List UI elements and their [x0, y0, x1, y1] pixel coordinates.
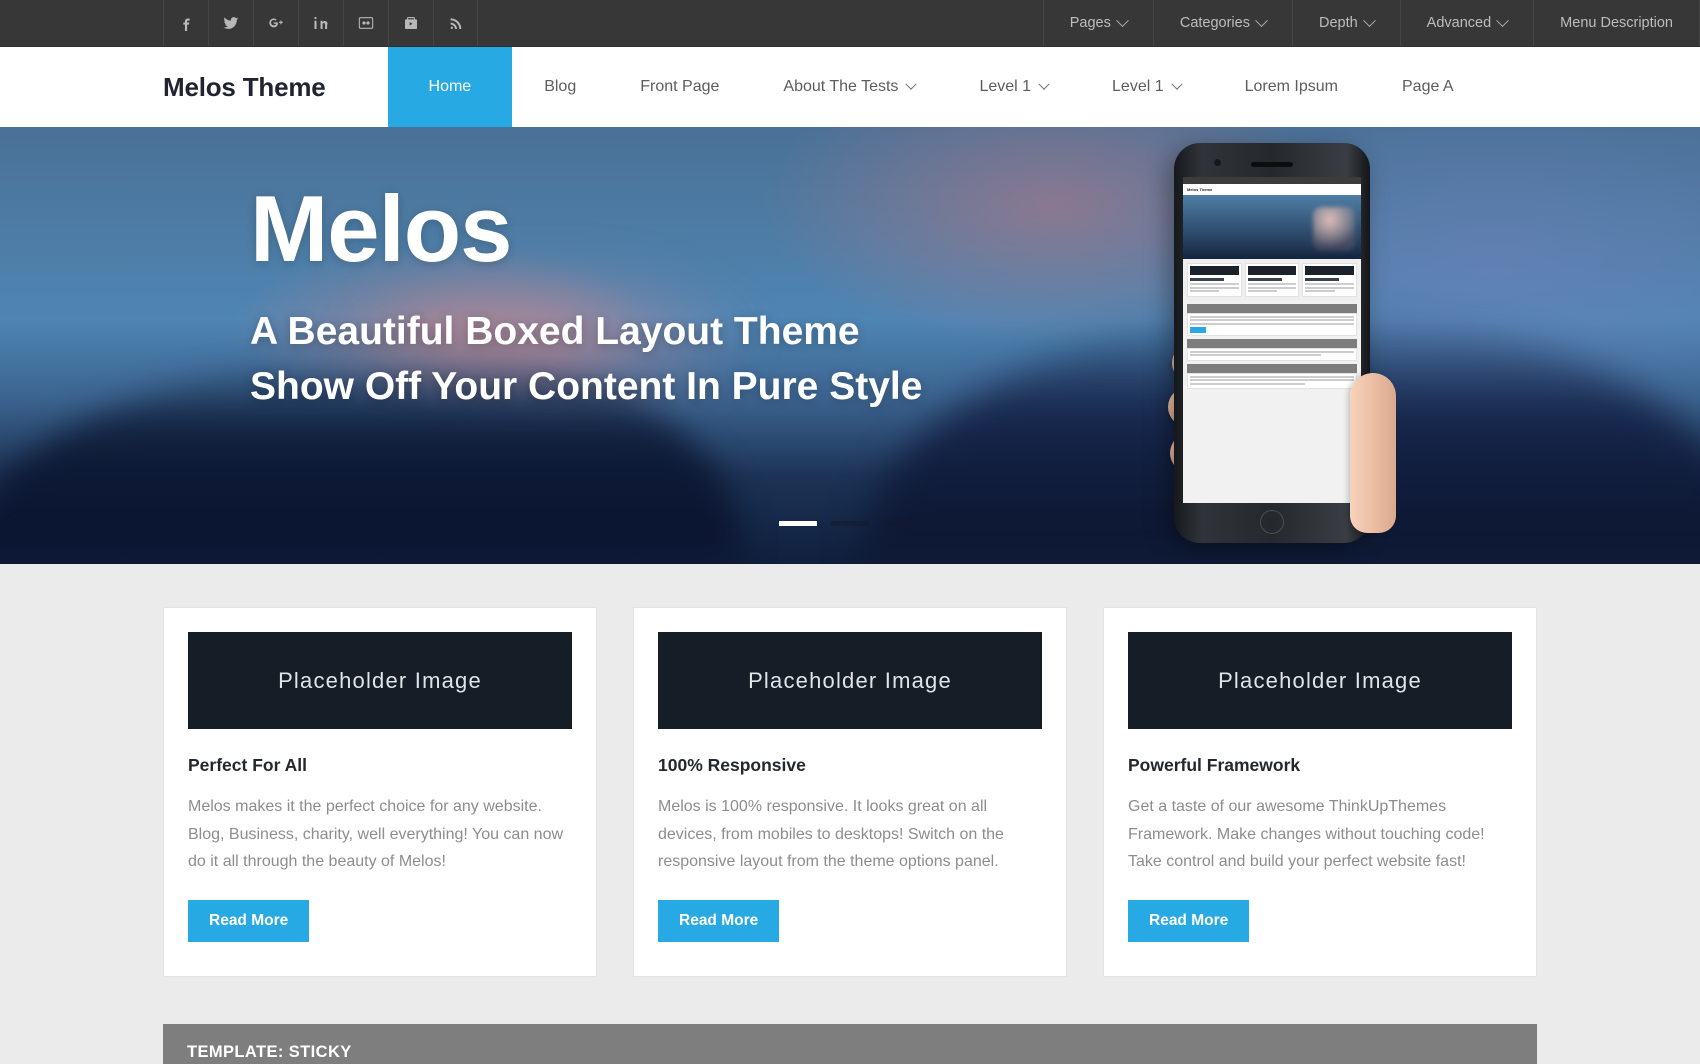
youtube-icon[interactable]: [388, 0, 433, 46]
topbar-menu-item-menu-description[interactable]: Menu Description: [1533, 0, 1700, 46]
nav-item-label: Level 1: [1112, 78, 1164, 95]
linkedin-icon[interactable]: [298, 0, 343, 46]
hero-slider: Melos A Beautiful Boxed Layout Theme Sho…: [0, 127, 1700, 564]
phone-camera-icon: [1214, 159, 1221, 166]
hero-slide-indicator-2[interactable]: [831, 521, 869, 526]
feature-card: Placeholder Image Powerful Framework Get…: [1103, 607, 1537, 977]
nav-item-label: About The Tests: [783, 78, 899, 95]
nav-item-front-page[interactable]: Front Page: [608, 47, 751, 127]
feature-card-title: Powerful Framework: [1128, 755, 1301, 775]
feature-cards: Placeholder Image Perfect For All Melos …: [0, 564, 1700, 977]
topbar-menu-item-advanced[interactable]: Advanced: [1399, 0, 1534, 46]
topbar-menu-item-pages[interactable]: Pages: [1042, 0, 1153, 46]
phone-speaker: [1251, 162, 1293, 167]
chevron-down-icon: [1362, 13, 1376, 27]
nav-item-label: Page A: [1402, 78, 1454, 95]
chevron-down-icon: [1115, 13, 1129, 27]
feature-card-text: Melos is 100% responsive. It looks great…: [658, 798, 1004, 871]
placeholder-image: Placeholder Image: [188, 632, 572, 729]
nav-item-label: Level 1: [979, 78, 1032, 95]
placeholder-image-label: Placeholder Image: [748, 667, 952, 693]
facebook-icon[interactable]: [163, 0, 208, 46]
hero-subtitle-line-2: Show Off Your Content In Pure Style: [250, 365, 923, 409]
feature-card-text: Melos makes it the perfect choice for an…: [188, 798, 564, 871]
phone-preview-site-title: Melos Theme: [1187, 187, 1213, 192]
nav-item-blog[interactable]: Blog: [512, 47, 608, 127]
hero-slide-indicator-1[interactable]: [779, 521, 817, 526]
nav-item-level-1-b[interactable]: Level 1: [1080, 47, 1213, 127]
chevron-down-icon: [1170, 78, 1183, 90]
topbar-menu-label: Depth: [1318, 15, 1358, 31]
phone-preview-section-header: [1187, 363, 1357, 373]
read-more-button[interactable]: Read More: [188, 899, 310, 942]
feature-card: Placeholder Image 100% Responsive Melos …: [633, 607, 1067, 977]
nav-item-home[interactable]: Home: [387, 47, 513, 127]
phone-preview-nav: Melos Theme: [1183, 184, 1361, 195]
feature-card-title: 100% Responsive: [658, 755, 806, 775]
hero-slide-indicator-3[interactable]: [883, 521, 921, 526]
nav-item-lorem-ipsum[interactable]: Lorem Ipsum: [1213, 47, 1370, 127]
nav-item-label: Lorem Ipsum: [1244, 78, 1338, 95]
chevron-down-icon: [1255, 13, 1268, 27]
flickr-icon[interactable]: [343, 0, 388, 46]
nav-item-level-1-a[interactable]: Level 1: [947, 47, 1080, 127]
phone-preview-section-header: [1187, 338, 1357, 348]
rss-icon[interactable]: [433, 0, 478, 46]
nav-item-label: Front Page: [640, 78, 720, 95]
phone-preview-section-body: [1187, 312, 1357, 336]
hero-content: Melos A Beautiful Boxed Layout Theme Sho…: [0, 127, 1700, 415]
social-links: [163, 0, 478, 46]
chevron-down-icon: [1496, 13, 1510, 27]
phone-preview-card: [1244, 263, 1300, 297]
topbar-menu-label: Pages: [1069, 15, 1111, 31]
phone-preview-cards: [1183, 259, 1361, 301]
phone-preview-section-header: [1187, 303, 1357, 313]
topbar-menu-label: Menu Description: [1560, 15, 1673, 31]
topbar-menu-label: Categories: [1179, 15, 1250, 31]
feature-card-text: Get a taste of our awesome ThinkUpThemes…: [1128, 798, 1485, 871]
phone-preview-card: [1187, 263, 1242, 297]
topbar-menu-item-depth[interactable]: Depth: [1291, 0, 1400, 46]
phone-preview-topbar: [1183, 177, 1361, 184]
main-navigation-bar: Melos Theme Home Blog Front Page About T…: [0, 47, 1700, 127]
phone-preview-card: [1302, 263, 1358, 297]
hero-phone-mockup: Melos Theme: [1168, 143, 1396, 543]
phone-device: Melos Theme: [1174, 143, 1370, 543]
feature-card: Placeholder Image Perfect For All Melos …: [163, 607, 597, 977]
phone-screen: Melos Theme: [1183, 177, 1361, 503]
hero-slider-pagination: [0, 521, 1700, 526]
sticky-post-header: TEMPLATE: STICKY: [163, 1023, 1537, 1064]
primary-nav: Home Blog Front Page About The Tests Lev…: [387, 47, 1486, 127]
chevron-down-icon: [905, 78, 918, 90]
hero-subtitle-line-1: A Beautiful Boxed Layout Theme: [250, 310, 860, 353]
placeholder-image-label: Placeholder Image: [278, 667, 482, 693]
placeholder-image-label: Placeholder Image: [1218, 667, 1422, 693]
topbar-menu-label: Advanced: [1426, 15, 1492, 31]
hero-title: Melos: [250, 176, 512, 281]
read-more-button[interactable]: Read More: [1128, 899, 1250, 942]
top-utility-bar: Pages Categories Depth Advanced Menu Des…: [0, 0, 1700, 47]
nav-item-label: Blog: [544, 78, 577, 95]
placeholder-image: Placeholder Image: [658, 632, 1042, 729]
twitter-icon[interactable]: [208, 0, 253, 46]
phone-preview-section-body: [1187, 372, 1357, 389]
sticky-post-title: TEMPLATE: STICKY: [187, 1043, 352, 1062]
feature-card-title: Perfect For All: [188, 755, 307, 775]
read-more-button[interactable]: Read More: [658, 899, 780, 942]
hero-subtitle: A Beautiful Boxed Layout Theme Show Off …: [250, 304, 1700, 415]
phone-preview-section-body: [1187, 347, 1357, 361]
brand-label: Melos Theme: [163, 71, 326, 102]
thumb-illustration: [1350, 373, 1396, 533]
placeholder-image: Placeholder Image: [1128, 632, 1512, 729]
topbar-menu: Pages Categories Depth Advanced Menu Des…: [1042, 0, 1700, 46]
nav-item-about-the-tests[interactable]: About The Tests: [751, 47, 947, 127]
chevron-down-icon: [1038, 78, 1050, 90]
google-plus-icon[interactable]: [253, 0, 298, 46]
topbar-menu-item-categories[interactable]: Categories: [1152, 0, 1292, 46]
site-brand[interactable]: Melos Theme: [0, 47, 326, 127]
nav-item-page-a[interactable]: Page A: [1370, 47, 1486, 127]
nav-item-label: Home: [428, 78, 472, 95]
phone-preview-hero: [1183, 195, 1361, 259]
